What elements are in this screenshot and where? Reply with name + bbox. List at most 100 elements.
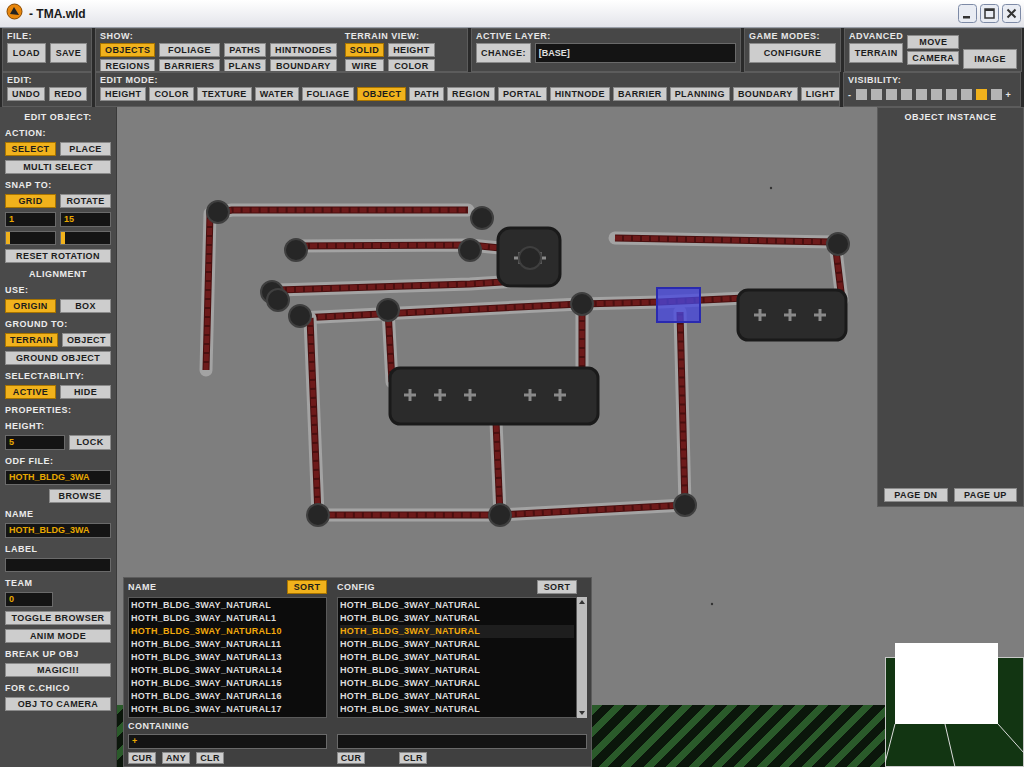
toggle-browser-button[interactable]: TOGGLE BROWSER [5,611,111,625]
scroll-up-icon[interactable] [577,597,587,607]
region-button[interactable]: REGION [447,87,495,101]
active-button[interactable]: ACTIVE [5,385,56,399]
config-row[interactable]: HOTH_BLDG_3WAY_NATURAL [340,625,574,638]
name-row[interactable]: HOTH_BLDG_3WAY_NATURAL15 [131,677,324,690]
plans-button[interactable]: PLANS [224,59,267,72]
visibility-step[interactable] [961,89,972,100]
visibility-step[interactable] [976,89,987,100]
name-row[interactable]: HOTH_BLDG_3WAY_NATURAL10 [131,625,324,638]
clr-button[interactable]: CLR [196,752,224,764]
active-layer-field[interactable]: [BASE] [535,43,736,63]
box-button[interactable]: BOX [60,299,111,313]
containing-field[interactable] [337,734,587,749]
config-row[interactable]: HOTH_BLDG_3WAY_NATURAL [340,599,574,612]
config-list[interactable]: HOTH_BLDG_3WAY_NATURALHOTH_BLDG_3WAY_NAT… [337,597,577,718]
hintnode-button[interactable]: HINTNODE [550,87,610,101]
any-button[interactable]: ANY [162,752,190,764]
visibility-step[interactable] [871,89,882,100]
multi-select-button[interactable]: MULTI SELECT [5,160,111,174]
reset-rotation-button[interactable]: RESET ROTATION [5,249,111,263]
config-row[interactable]: HOTH_BLDG_3WAY_NATURAL [340,703,574,716]
solid-button[interactable]: SOLID [345,43,385,57]
name-row[interactable]: HOTH_BLDG_3WAY_NATURAL [131,599,324,612]
foliage-button[interactable]: FOLIAGE [302,87,355,101]
scrollbar[interactable] [577,597,587,718]
objects-button[interactable]: OBJECTS [100,43,155,57]
snap-field[interactable]: 1 [5,212,56,227]
containing-field[interactable]: + [128,734,327,749]
config-row[interactable]: HOTH_BLDG_3WAY_NATURAL [340,664,574,677]
hide-button[interactable]: HIDE [60,385,111,399]
object-button[interactable]: OBJECT [357,87,406,101]
origin-button[interactable]: ORIGIN [5,299,56,313]
redo-button[interactable]: REDO [49,87,87,101]
color-button[interactable]: COLOR [149,87,194,101]
minimap[interactable] [885,643,1024,767]
camera-button[interactable]: CAMERA [907,51,959,65]
obj-to-camera-button[interactable]: OBJ TO CAMERA [5,697,111,711]
select-button[interactable]: SELECT [5,142,56,156]
light-button[interactable]: LIGHT [801,87,840,101]
lock-button[interactable]: LOCK [69,435,111,450]
close-button[interactable] [1002,4,1021,23]
slider-fill[interactable] [6,232,10,244]
config-row[interactable]: HOTH_BLDG_3WAY_NATURAL [340,638,574,651]
texture-button[interactable]: TEXTURE [197,87,252,101]
name-list[interactable]: HOTH_BLDG_3WAY_NATURAL HOTH_BLDG_3WAY_NAT… [128,597,327,718]
page-dn-button[interactable]: PAGE DN [884,488,948,502]
sort-button[interactable]: SORT [537,580,577,594]
save-button[interactable]: SAVE [50,43,87,63]
water-button[interactable]: WATER [255,87,299,101]
height-field[interactable]: 5 [5,435,65,450]
browse-button[interactable]: BROWSE [49,489,111,503]
maximize-button[interactable] [980,4,999,23]
page-up-button[interactable]: PAGE UP [954,488,1017,502]
visibility-step[interactable] [946,89,957,100]
config-row[interactable]: HOTH_BLDG_3WAY_NATURAL [340,690,574,703]
barriers-button[interactable]: BARRIERS [159,59,219,72]
object-button[interactable]: OBJECT [62,333,111,347]
visibility-step[interactable] [901,89,912,100]
rotate-button[interactable]: ROTATE [60,194,111,208]
snap-field[interactable]: 15 [60,212,111,227]
hintnodes-button[interactable]: HINTNODES [270,43,337,57]
ground-object-button[interactable]: GROUND OBJECT [5,351,111,365]
slider-fill[interactable] [61,232,65,244]
move-button[interactable]: MOVE [907,35,959,49]
visibility-minus[interactable]: - [848,90,852,100]
slider-track[interactable] [60,231,111,245]
grid-button[interactable]: GRID [5,194,56,208]
visibility-step[interactable] [886,89,897,100]
scroll-down-icon[interactable] [577,708,587,718]
text-field[interactable]: HOTH_BLDG_3WA [5,523,111,538]
minimize-button[interactable] [958,4,977,23]
terrain-button[interactable]: TERRAIN [849,43,903,63]
cur-button[interactable]: CUR [128,752,156,764]
barrier-button[interactable]: BARRIER [613,87,667,101]
portal-button[interactable]: PORTAL [498,87,547,101]
boundary-button[interactable]: BOUNDARY [270,59,337,72]
visibility-step[interactable] [916,89,927,100]
change-button[interactable]: CHANGE: [476,43,531,63]
text-field[interactable]: HOTH_BLDG_3WA [5,470,111,485]
sort-button[interactable]: SORT [287,580,327,594]
foliage-button[interactable]: FOLIAGE [159,43,219,57]
config-row[interactable]: HOTH_BLDG_3WAY_NATURAL [340,651,574,664]
minimap-view-icon[interactable] [885,643,1024,767]
load-button[interactable]: LOAD [7,43,46,63]
name-row[interactable]: HOTH_BLDG_3WAY_NATURAL11 [131,638,324,651]
viewport[interactable]: OBJECT INSTANCEPAGE DNPAGE UPNAMESORTCON… [117,107,1024,767]
height-button[interactable]: HEIGHT [388,43,434,57]
clr-button[interactable]: CLR [399,752,427,764]
selection-highlight[interactable] [657,288,700,322]
visibility-step[interactable] [991,89,1002,100]
cur-button[interactable]: CUR [337,752,365,764]
undo-button[interactable]: UNDO [7,87,45,101]
regions-button[interactable]: REGIONS [100,59,155,72]
visibility-step[interactable] [931,89,942,100]
wire-button[interactable]: WIRE [345,59,385,72]
magic-button[interactable]: MAGIC!!! [5,663,111,677]
config-row[interactable]: HOTH_BLDG_3WAY_NATURAL [340,677,574,690]
name-row[interactable]: HOTH_BLDG_3WAY_NATURAL16 [131,690,324,703]
configure-button[interactable]: CONFIGURE [749,43,836,63]
